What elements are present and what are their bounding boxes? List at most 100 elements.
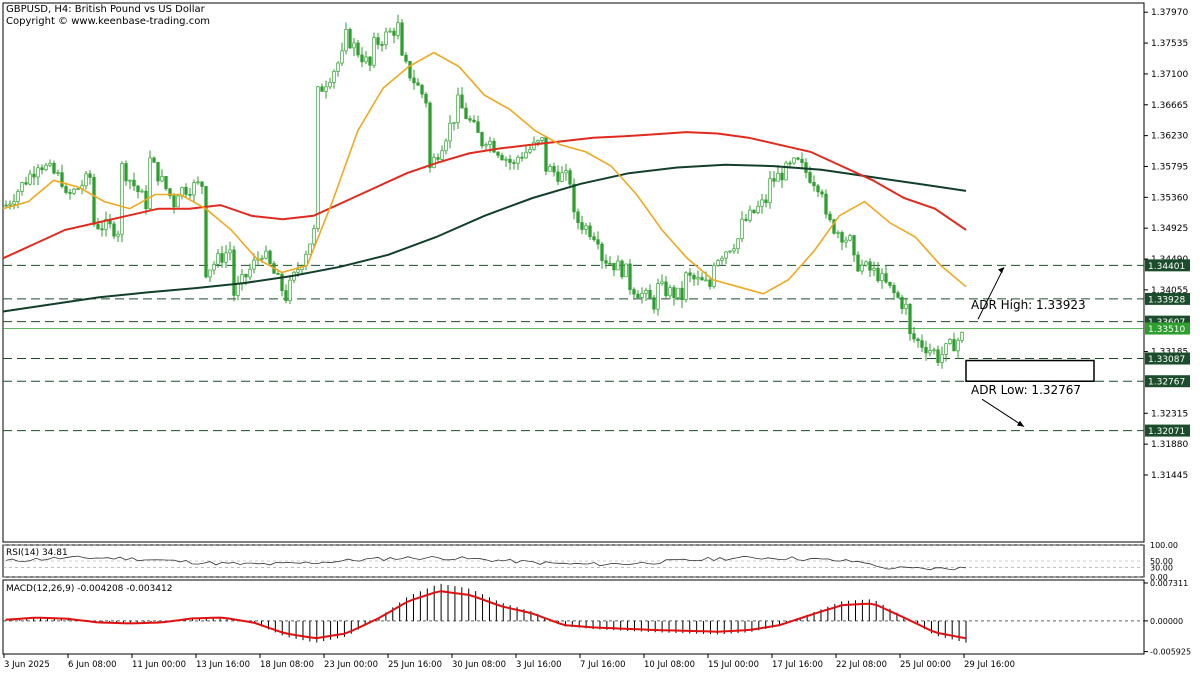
candle-body bbox=[712, 265, 716, 287]
level-price-label: 1.33928 bbox=[1148, 295, 1185, 305]
candle-body bbox=[428, 102, 432, 168]
candle-body bbox=[468, 118, 472, 121]
candle-body bbox=[472, 119, 476, 123]
y-tick-label: 1.36230 bbox=[1151, 132, 1188, 142]
candle-body bbox=[916, 338, 920, 341]
candle-body bbox=[652, 297, 656, 310]
candle-body bbox=[588, 225, 592, 238]
candle-body bbox=[316, 86, 320, 229]
candle-body bbox=[112, 223, 116, 237]
candle-body bbox=[536, 140, 540, 143]
candle-body bbox=[460, 94, 464, 109]
candle-body bbox=[580, 222, 584, 230]
candle-body bbox=[560, 172, 564, 182]
x-tick-label: 25 Jul 00:00 bbox=[900, 660, 951, 670]
candle-body bbox=[328, 81, 332, 88]
candle-body bbox=[52, 162, 56, 174]
adr-high-label: ADR High: 1.33923 bbox=[971, 298, 1086, 312]
candle-body bbox=[880, 273, 884, 282]
candle-body bbox=[888, 281, 892, 286]
candle-body bbox=[84, 173, 88, 187]
candle-body bbox=[220, 253, 224, 263]
x-tick-label: 13 Jun 16:00 bbox=[196, 660, 250, 670]
candle-body bbox=[792, 157, 796, 164]
x-tick-label: 3 Jul 16:00 bbox=[516, 660, 562, 670]
price-chart[interactable]: 1.37970 1.37535 1.37100 1.36665 1.36230 1.357… bbox=[0, 0, 1200, 675]
candle-body bbox=[816, 185, 820, 193]
candle-body bbox=[500, 155, 504, 161]
adr-low-arrowhead bbox=[1017, 420, 1024, 427]
y-tick-label: 1.37535 bbox=[1151, 39, 1188, 49]
x-tick-label: 25 Jun 16:00 bbox=[388, 660, 442, 670]
candle-body bbox=[724, 251, 728, 259]
candle-body bbox=[152, 157, 156, 163]
candle-body bbox=[488, 140, 492, 146]
candle-body bbox=[592, 236, 596, 241]
adr-low-label: ADR Low: 1.32767 bbox=[971, 383, 1081, 397]
current-price-label: 1.33510 bbox=[1148, 325, 1185, 335]
candle-body bbox=[736, 238, 740, 250]
candle-body bbox=[348, 29, 352, 49]
candle-body bbox=[924, 347, 928, 354]
candle-body bbox=[932, 349, 936, 352]
candle-body bbox=[28, 173, 32, 185]
candle-body bbox=[412, 77, 416, 84]
candle-body bbox=[200, 181, 204, 187]
candle-body bbox=[368, 56, 372, 66]
candle-body bbox=[36, 167, 40, 178]
candle-body bbox=[720, 257, 724, 261]
candle-body bbox=[716, 260, 720, 266]
candle-body bbox=[196, 181, 200, 184]
candle-body bbox=[896, 292, 900, 298]
candle-body bbox=[332, 71, 336, 83]
candle-body bbox=[640, 292, 644, 299]
candle-body bbox=[308, 243, 312, 255]
candle-body bbox=[116, 233, 120, 237]
candle-body bbox=[132, 179, 136, 187]
y-tick-label: 1.35360 bbox=[1151, 193, 1188, 203]
candle-body bbox=[408, 61, 412, 79]
candle-body bbox=[464, 107, 468, 120]
candle-body bbox=[656, 283, 660, 310]
candle-body bbox=[648, 289, 652, 299]
x-tick-label: 6 Jun 08:00 bbox=[68, 660, 117, 670]
candle-body bbox=[680, 287, 684, 300]
candle-body bbox=[748, 209, 752, 221]
y-tick-label: 1.31880 bbox=[1151, 440, 1188, 450]
candle-body bbox=[632, 289, 636, 295]
candle-body bbox=[556, 171, 560, 182]
candle-body bbox=[836, 232, 840, 234]
candle-body bbox=[8, 203, 12, 206]
candle-body bbox=[156, 161, 160, 182]
candle-body bbox=[604, 260, 608, 264]
candle-body bbox=[120, 163, 124, 235]
candle-body bbox=[424, 93, 428, 104]
candle-body bbox=[852, 235, 856, 256]
candle-body bbox=[496, 151, 500, 156]
candle-body bbox=[740, 218, 744, 240]
candle-body bbox=[448, 122, 452, 142]
candle-body bbox=[136, 185, 140, 193]
candle-body bbox=[244, 274, 248, 278]
y-tick-label: 1.37100 bbox=[1151, 70, 1188, 80]
candle-body bbox=[160, 176, 164, 182]
candle-body bbox=[612, 262, 616, 271]
candle-body bbox=[676, 287, 680, 298]
rsi-level-label: 30.00 bbox=[1150, 563, 1173, 572]
candle-body bbox=[808, 172, 812, 183]
candle-body bbox=[236, 283, 240, 296]
candle-body bbox=[764, 199, 768, 204]
candle-body bbox=[528, 148, 532, 153]
candle-body bbox=[140, 190, 144, 193]
candle-body bbox=[620, 260, 624, 278]
candle-body bbox=[948, 339, 952, 344]
candle-body bbox=[824, 193, 828, 215]
candle-body bbox=[484, 144, 488, 147]
candle-body bbox=[212, 263, 216, 271]
candle-body bbox=[928, 350, 932, 354]
candle-body bbox=[92, 177, 96, 225]
candle-body bbox=[72, 188, 76, 194]
candle-body bbox=[124, 163, 128, 182]
candle-body bbox=[960, 331, 964, 341]
candle-body bbox=[848, 235, 852, 241]
